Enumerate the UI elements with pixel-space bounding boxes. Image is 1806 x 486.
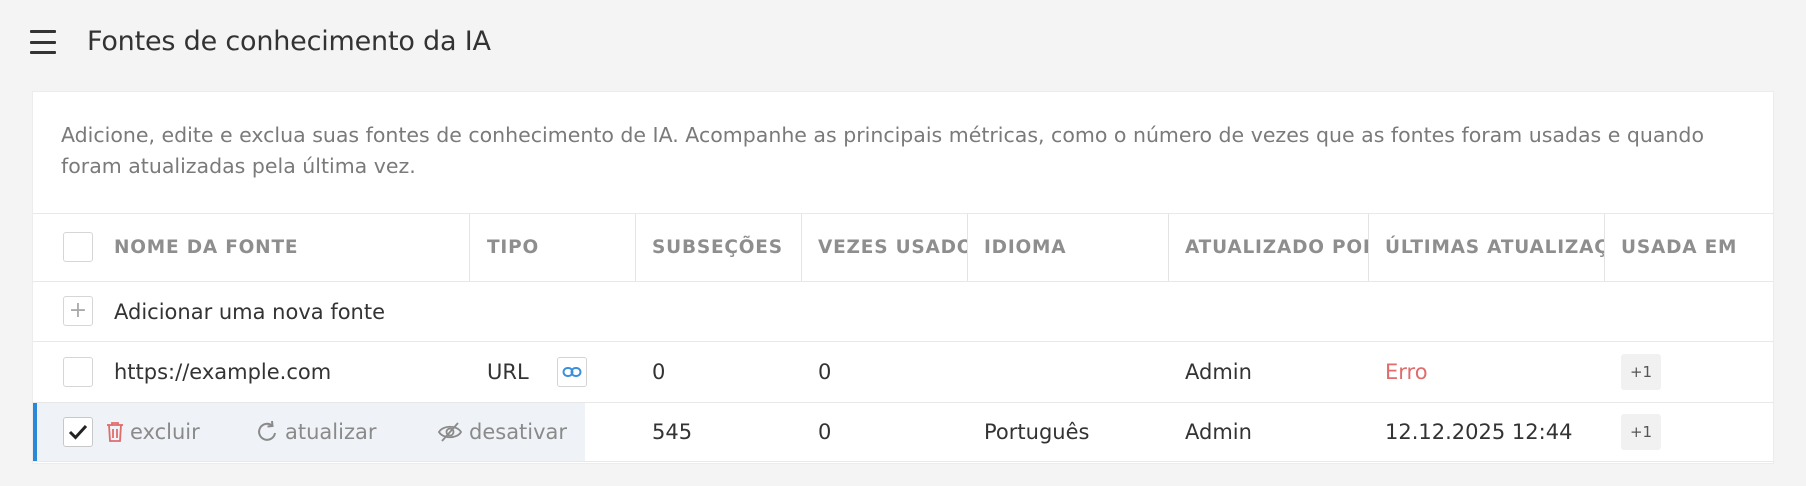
column-header-updated-by[interactable]: ATUALIZADO POR — [1169, 214, 1369, 281]
source-last-update: 12.12.2025 12:44 — [1385, 420, 1573, 444]
row-checkbox[interactable] — [63, 357, 93, 387]
used-in-cell: +1 — [1621, 342, 1771, 402]
status-error-text: Erro — [1385, 360, 1428, 384]
table-row-selected[interactable]: excluir atualizar desativar 545 0 Portug — [33, 402, 1773, 462]
selection-indicator — [33, 403, 37, 461]
disable-action[interactable]: desativar — [437, 403, 567, 461]
sources-table: NOME DA FONTE TIPO SUBSEÇÕES VEZES USADO… — [33, 213, 1773, 462]
disable-label[interactable]: desativar — [469, 420, 567, 444]
table-header-row: NOME DA FONTE TIPO SUBSEÇÕES VEZES USADO… — [33, 213, 1773, 281]
link-icon[interactable] — [557, 357, 587, 387]
add-source-label[interactable]: Adicionar uma nova fonte — [114, 282, 714, 341]
refresh-icon — [258, 420, 276, 441]
trash-icon — [107, 422, 123, 442]
used-in-badge[interactable]: +1 — [1621, 354, 1661, 390]
source-language: Português — [984, 420, 1090, 444]
column-header-subsections[interactable]: SUBSEÇÕES — [636, 214, 802, 281]
used-in-cell: +1 — [1621, 403, 1771, 461]
page-description: Adicione, edite e exclua suas fontes de … — [61, 123, 1704, 178]
column-header-type[interactable]: TIPO — [470, 214, 636, 281]
source-subsections: 545 — [652, 420, 693, 444]
source-language — [984, 342, 1164, 402]
source-updated-by: Admin — [1185, 420, 1252, 444]
source-times-used: 0 — [818, 360, 832, 384]
knowledge-sources-card: Adicione, edite e exclua suas fontes de … — [33, 92, 1773, 463]
refresh-label[interactable]: atualizar — [285, 420, 376, 444]
column-header-times-used[interactable]: VEZES USADO — [802, 214, 968, 281]
source-name[interactable]: https://example.com — [114, 342, 464, 402]
column-header-language[interactable]: IDIOMA — [968, 214, 1169, 281]
page-title: Fontes de conhecimento da IA — [87, 26, 491, 57]
add-source-row[interactable]: + Adicionar uma nova fonte — [33, 281, 1773, 341]
column-header-used-in[interactable]: USADA EM — [1605, 214, 1773, 281]
source-times-used: 0 — [818, 420, 832, 444]
used-in-badge[interactable]: +1 — [1621, 414, 1661, 450]
source-subsections: 0 — [652, 360, 666, 384]
page-header: Fontes de conhecimento da IA — [0, 0, 1806, 86]
source-updated-by: Admin — [1185, 360, 1252, 384]
delete-label[interactable]: excluir — [130, 420, 200, 444]
column-header-last-update[interactable]: ÚLTIMAS ATUALIZAÇÕES — [1369, 214, 1605, 281]
plus-icon[interactable]: + — [63, 296, 93, 326]
row-checkbox-checked[interactable] — [63, 417, 93, 447]
checkmark-icon — [68, 424, 88, 440]
delete-action[interactable]: excluir — [106, 403, 200, 461]
hamburger-menu-icon[interactable] — [30, 29, 56, 55]
select-all-checkbox[interactable] — [63, 232, 93, 262]
refresh-action[interactable]: atualizar — [255, 403, 376, 461]
table-row[interactable]: https://example.com URL 0 0 Admin Erro +… — [33, 341, 1773, 402]
eye-off-icon — [437, 422, 463, 442]
column-header-name[interactable]: NOME DA FONTE — [114, 214, 470, 281]
source-type: URL — [487, 360, 529, 384]
